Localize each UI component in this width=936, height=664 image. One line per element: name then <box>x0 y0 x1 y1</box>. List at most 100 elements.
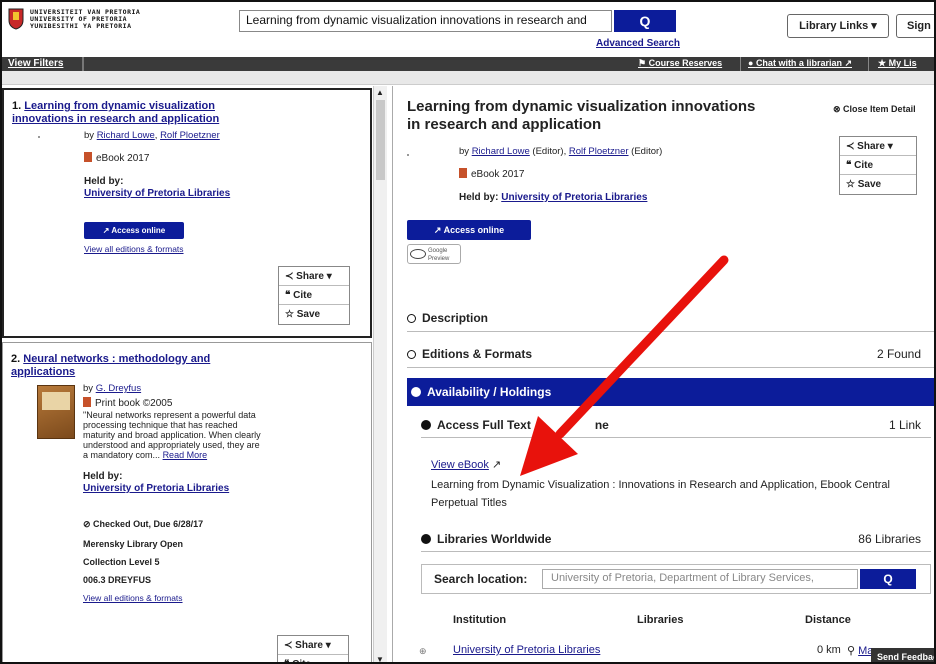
flag-icon: ⚑ <box>638 58 649 68</box>
result-authors: by G. Dreyfus <box>83 383 142 394</box>
editions-count: 2 Found <box>876 347 921 361</box>
result-authors: by Richard Lowe, Rolf Ploetzner <box>84 130 220 141</box>
page-frame: UNIVERSITEIT VAN PRETORIA UNIVERSITY OF … <box>0 0 936 664</box>
scroll-thumb[interactable] <box>376 100 385 180</box>
course-reserves-link[interactable]: ⚑ Course Reserves <box>638 58 722 69</box>
view-filters-link[interactable]: View Filters <box>8 58 63 69</box>
save-button[interactable]: ☆ Save <box>279 305 349 324</box>
column-header-libraries[interactable]: Libraries <box>637 614 683 626</box>
unavailable-icon: ⊘ <box>83 519 94 529</box>
search-icon: Q <box>883 572 893 586</box>
detail-title: Learning from dynamic visualization inno… <box>407 98 756 133</box>
column-header-institution[interactable]: Institution <box>453 614 506 626</box>
result-title-link[interactable]: Neural networks : methodology and applic… <box>11 353 210 378</box>
share-button[interactable]: ≺ Share ▾ <box>278 636 348 655</box>
access-full-text-section[interactable]: Access Full Text ne 1 Link <box>421 412 931 438</box>
cite-button[interactable]: ❝ Cite <box>278 655 348 662</box>
detail-format: eBook 2017 <box>459 168 524 180</box>
close-icon: ⊗ <box>833 104 844 114</box>
result-title[interactable]: 1. Learning from dynamic visualization i… <box>12 100 272 126</box>
availability-status: ⊘ Checked Out, Due 6/28/17 <box>83 519 204 529</box>
close-item-detail-button[interactable]: ⊗ Close Item Detail <box>833 104 916 115</box>
results-scrollbar[interactable]: ▲ ▼ <box>373 86 387 662</box>
share-group: ≺ Share ▾ ❝ Cite ☆ Save <box>278 266 350 325</box>
search-button[interactable]: Q <box>614 10 676 32</box>
result-title-link[interactable]: Learning from dynamic visualization inno… <box>12 100 219 125</box>
google-preview-button[interactable]: Google Preview <box>407 244 461 264</box>
libraries-worldwide-section[interactable]: Libraries Worldwide 86 Libraries <box>421 526 931 552</box>
access-online-button[interactable]: ↗ Access online <box>84 222 184 239</box>
search-input[interactable]: Learning from dynamic visualization inno… <box>239 10 612 32</box>
university-crest-icon <box>8 8 24 30</box>
map-pin-icon: ⚲ <box>847 645 859 657</box>
expand-row-icon[interactable]: ⊕ <box>419 646 427 657</box>
cite-button[interactable]: ❝ Cite <box>279 286 349 305</box>
chat-icon: ● <box>748 58 756 68</box>
search-location-button[interactable]: Q <box>860 569 916 589</box>
collapse-icon <box>411 387 421 397</box>
author-link[interactable]: Rolf Ploetzner <box>569 146 629 157</box>
all-editions-link[interactable]: View all editions & formats <box>83 593 183 603</box>
call-number: 006.3 DREYFUS <box>83 575 152 585</box>
result-format: eBook 2017 <box>84 152 149 164</box>
navbar: View Filters ⚑ Course Reserves ● Chat wi… <box>2 57 934 71</box>
scroll-down-icon[interactable]: ▼ <box>376 655 384 662</box>
share-group: ≺ Share ▾ ❝ Cite ☆ Save <box>839 136 917 195</box>
institution-link[interactable]: University of Pretoria Libraries <box>453 644 600 656</box>
access-online-button[interactable]: ↗ Access online <box>407 220 531 240</box>
book-cover-thumbnail[interactable] <box>37 385 75 439</box>
availability-holdings-section[interactable]: Availability / Holdings <box>407 378 934 406</box>
external-link-icon: ↗ <box>488 459 502 471</box>
editions-formats-section[interactable]: Editions & Formats 2 Found <box>407 340 934 368</box>
subbar <box>2 71 934 85</box>
author-link[interactable]: Rolf Ploetzner <box>160 130 220 141</box>
description-section[interactable]: Description <box>407 304 934 332</box>
share-button[interactable]: ≺ Share ▾ <box>279 267 349 286</box>
expand-icon <box>407 350 416 359</box>
chat-librarian-link[interactable]: ● Chat with a librarian ↗ <box>748 58 852 69</box>
detail-authors: by Richard Lowe (Editor), Rolf Ploetzner… <box>459 146 663 157</box>
my-list-link[interactable]: ★ My Lis <box>878 58 917 69</box>
advanced-search-link[interactable]: Advanced Search <box>596 38 680 49</box>
held-by: Held by: University of Pretoria Librarie… <box>84 176 231 199</box>
column-header-distance[interactable]: Distance <box>805 614 851 626</box>
held-by-link[interactable]: University of Pretoria Libraries <box>84 188 230 199</box>
result-title[interactable]: 2. Neural networks : methodology and app… <box>11 353 271 379</box>
search-location-input[interactable]: University of Pretoria, Department of Li… <box>542 569 858 589</box>
send-feedback-button[interactable]: Send Feedbac <box>871 648 934 662</box>
header: UNIVERSITEIT VAN PRETORIA UNIVERSITY OF … <box>2 2 934 54</box>
share-button[interactable]: ≺ Share ▾ <box>840 137 916 156</box>
collapse-icon <box>421 534 431 544</box>
cite-button[interactable]: ❝ Cite <box>840 156 916 175</box>
share-group: ≺ Share ▾ ❝ Cite <box>277 635 349 662</box>
author-link[interactable]: G. Dreyfus <box>96 383 141 394</box>
held-by: Held by: University of Pretoria Librarie… <box>83 471 230 494</box>
link-count: 1 Link <box>888 418 921 432</box>
library-links-dropdown[interactable]: Library Links ▾ <box>787 14 889 38</box>
eye-icon <box>410 249 426 259</box>
star-icon: ☆ <box>846 179 858 190</box>
author-link[interactable]: Richard Lowe <box>472 146 530 157</box>
read-more-link[interactable]: Read More <box>163 450 208 460</box>
result-card[interactable]: 2. Neural networks : methodology and app… <box>2 342 372 662</box>
sign-in-button[interactable]: Sign I <box>896 14 934 38</box>
cite-icon: ❝ <box>846 160 855 171</box>
location: Merensky Library Open <box>83 539 184 549</box>
navbar-divider <box>868 57 869 71</box>
cite-icon: ❝ <box>285 290 294 301</box>
save-button[interactable]: ☆ Save <box>840 175 916 194</box>
held-by-link[interactable]: University of Pretoria Libraries <box>501 192 647 203</box>
all-editions-link[interactable]: View all editions & formats <box>84 244 184 254</box>
held-by-link[interactable]: University of Pretoria Libraries <box>83 483 229 494</box>
scroll-up-icon[interactable]: ▲ <box>376 88 384 97</box>
detail-held-by: Held by: University of Pretoria Librarie… <box>459 192 648 203</box>
external-link-icon: ↗ <box>433 225 444 235</box>
author-link[interactable]: Richard Lowe <box>97 130 155 141</box>
item-detail-panel: Learning from dynamic visualization inno… <box>392 86 934 662</box>
cite-icon: ❝ <box>284 659 292 662</box>
share-icon: ≺ <box>284 640 296 651</box>
thumbnail-placeholder <box>38 136 40 138</box>
view-ebook-link[interactable]: View eBook ↗ <box>431 458 501 471</box>
libraries-count: 86 Libraries <box>858 532 921 546</box>
result-card[interactable]: 1. Learning from dynamic visualization i… <box>2 88 372 338</box>
